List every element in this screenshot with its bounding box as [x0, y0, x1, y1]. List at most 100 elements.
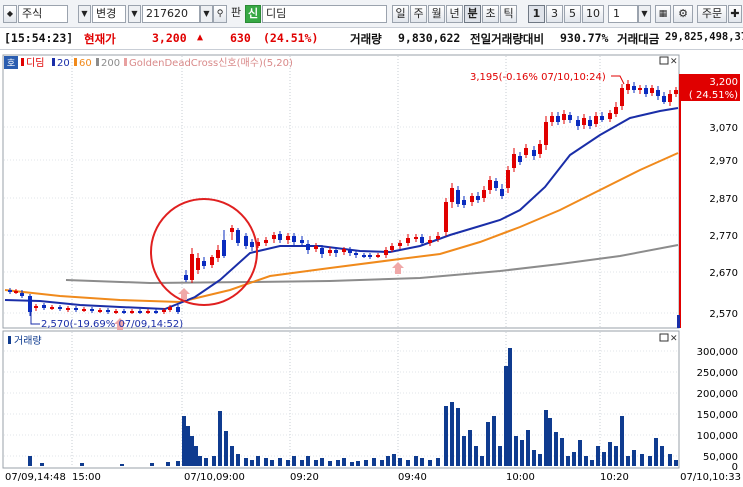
volume-bar [356, 461, 360, 466]
interval-1-button[interactable]: 1 [528, 5, 545, 23]
period-week-button[interactable]: 주 [410, 5, 427, 23]
current-price-tag-value: 3,200 [709, 77, 738, 88]
candle-body [414, 237, 418, 239]
period-minute-button[interactable]: 분 [464, 5, 481, 23]
period-month-button[interactable]: 월 [428, 5, 445, 23]
candle-body [8, 290, 12, 292]
candle-body [568, 115, 572, 120]
volume-bar [584, 456, 588, 466]
x-label-0710-0900: 07/10,09:00 [184, 472, 245, 483]
candle-body [20, 293, 24, 296]
volume-bar [538, 454, 542, 466]
volume-bar [292, 456, 296, 466]
volume-label: 거래량 [350, 32, 382, 46]
volume-bar [474, 446, 478, 466]
order-button[interactable]: 주문 [697, 5, 727, 23]
close-pane-icon[interactable]: ✕ [670, 57, 678, 67]
volume-bar [648, 456, 652, 466]
settings-icon[interactable]: ⚙ [673, 5, 693, 23]
candle-body [632, 86, 636, 90]
volume-bar [398, 458, 402, 466]
candle-body [582, 118, 586, 125]
stock-code: 217620 [146, 7, 188, 20]
volume-bar [182, 416, 186, 466]
period-tick-button[interactable]: 틱 [500, 5, 517, 23]
change-select[interactable]: 변경 [92, 5, 126, 23]
current-price: 3,200 [152, 31, 187, 45]
candle-body [470, 196, 474, 202]
x-label-0709-1448: 07/09,14:48 [5, 472, 66, 483]
x-label-1500: 15:00 [72, 472, 101, 483]
interval-dropdown-icon[interactable]: ▼ [638, 5, 651, 23]
amount-value: 29,825,498,370 [665, 31, 743, 43]
volume-legend: 거래량 [14, 335, 42, 347]
volume-bar [602, 452, 606, 466]
volume-tick-300000: 300,000 [697, 347, 738, 358]
volume-bar [548, 418, 552, 466]
interval-input[interactable]: 1 [608, 5, 638, 23]
volume-bar [306, 456, 310, 466]
volume-bar [498, 446, 502, 466]
period-year-button[interactable]: 년 [446, 5, 463, 23]
legend-swatch-ma20 [52, 58, 55, 66]
corner-label: 호 [7, 58, 15, 69]
volume-bar [286, 460, 290, 466]
candle-body [362, 255, 366, 257]
volume-pane [2, 330, 680, 469]
swap-arrows-icon[interactable]: ◆ [3, 5, 17, 23]
interval-5-button[interactable]: 5 [564, 5, 581, 23]
add-icon[interactable]: ✚ [728, 5, 742, 23]
quote-bar: [15:54:23] 현재가 3,200 ▲ 630 (24.51%) 거래량 … [0, 28, 743, 50]
volume-bar [462, 436, 466, 466]
candle-body [588, 120, 592, 126]
legend-swatch-volume [8, 336, 11, 344]
stock-code-input[interactable]: 217620 [142, 5, 200, 23]
interval-3-button[interactable]: 3 [546, 5, 563, 23]
price-pane [2, 54, 680, 329]
volume-tick-150000: 150,000 [697, 410, 738, 421]
candle-body [482, 190, 486, 198]
change-label: 변경 [96, 7, 117, 20]
volume-bar [372, 458, 376, 466]
legend-swatch-ma60 [74, 58, 77, 66]
candle-body [550, 116, 554, 122]
volume-bar [278, 458, 282, 466]
volume-bar [660, 446, 664, 466]
price-tick-2870: 2,870 [709, 194, 738, 205]
volume-bar [328, 461, 332, 466]
candle-body [74, 308, 78, 310]
volume-bar [28, 456, 32, 466]
candle-body [66, 308, 70, 310]
volume-bar [256, 456, 260, 466]
candle-body [644, 88, 648, 94]
candle-body [556, 116, 560, 122]
volume-bar [614, 446, 618, 466]
volume-bar [342, 458, 346, 466]
candle-body [216, 250, 220, 258]
stock-chart[interactable]: 호 디딤 20 60 200 GoldenDeadCross신호(매수)(5,2… [0, 50, 743, 484]
interval-10-button[interactable]: 10 [582, 5, 604, 23]
market-dropdown-icon[interactable]: ▼ [78, 5, 91, 23]
volume-bar [450, 402, 454, 466]
volume-bar [406, 460, 410, 466]
volume-bar [626, 456, 630, 466]
candle-body [244, 236, 248, 246]
price-tick-2770: 2,770 [709, 231, 738, 242]
close-volume-pane-icon[interactable]: ✕ [670, 334, 678, 344]
period-second-button[interactable]: 초 [482, 5, 499, 23]
candle-body [594, 116, 598, 124]
market-select[interactable]: 주식 [18, 5, 68, 23]
grid-icon[interactable]: ▦ [655, 5, 671, 23]
volume-bar [194, 446, 198, 466]
candle-body [138, 311, 142, 313]
price-change: 630 [230, 31, 251, 45]
volume-tick-250000: 250,000 [697, 368, 738, 379]
volume-bar [596, 446, 600, 466]
code-dropdown-icon[interactable]: ▼ [200, 5, 213, 23]
change-dropdown-icon[interactable]: ▼ [128, 5, 141, 23]
stock-name-field[interactable]: 디딤 [262, 5, 387, 23]
interval-value: 1 [613, 7, 620, 20]
period-day-button[interactable]: 일 [392, 5, 409, 23]
search-icon[interactable]: ⚲ [213, 5, 227, 23]
candle-body [278, 234, 282, 240]
